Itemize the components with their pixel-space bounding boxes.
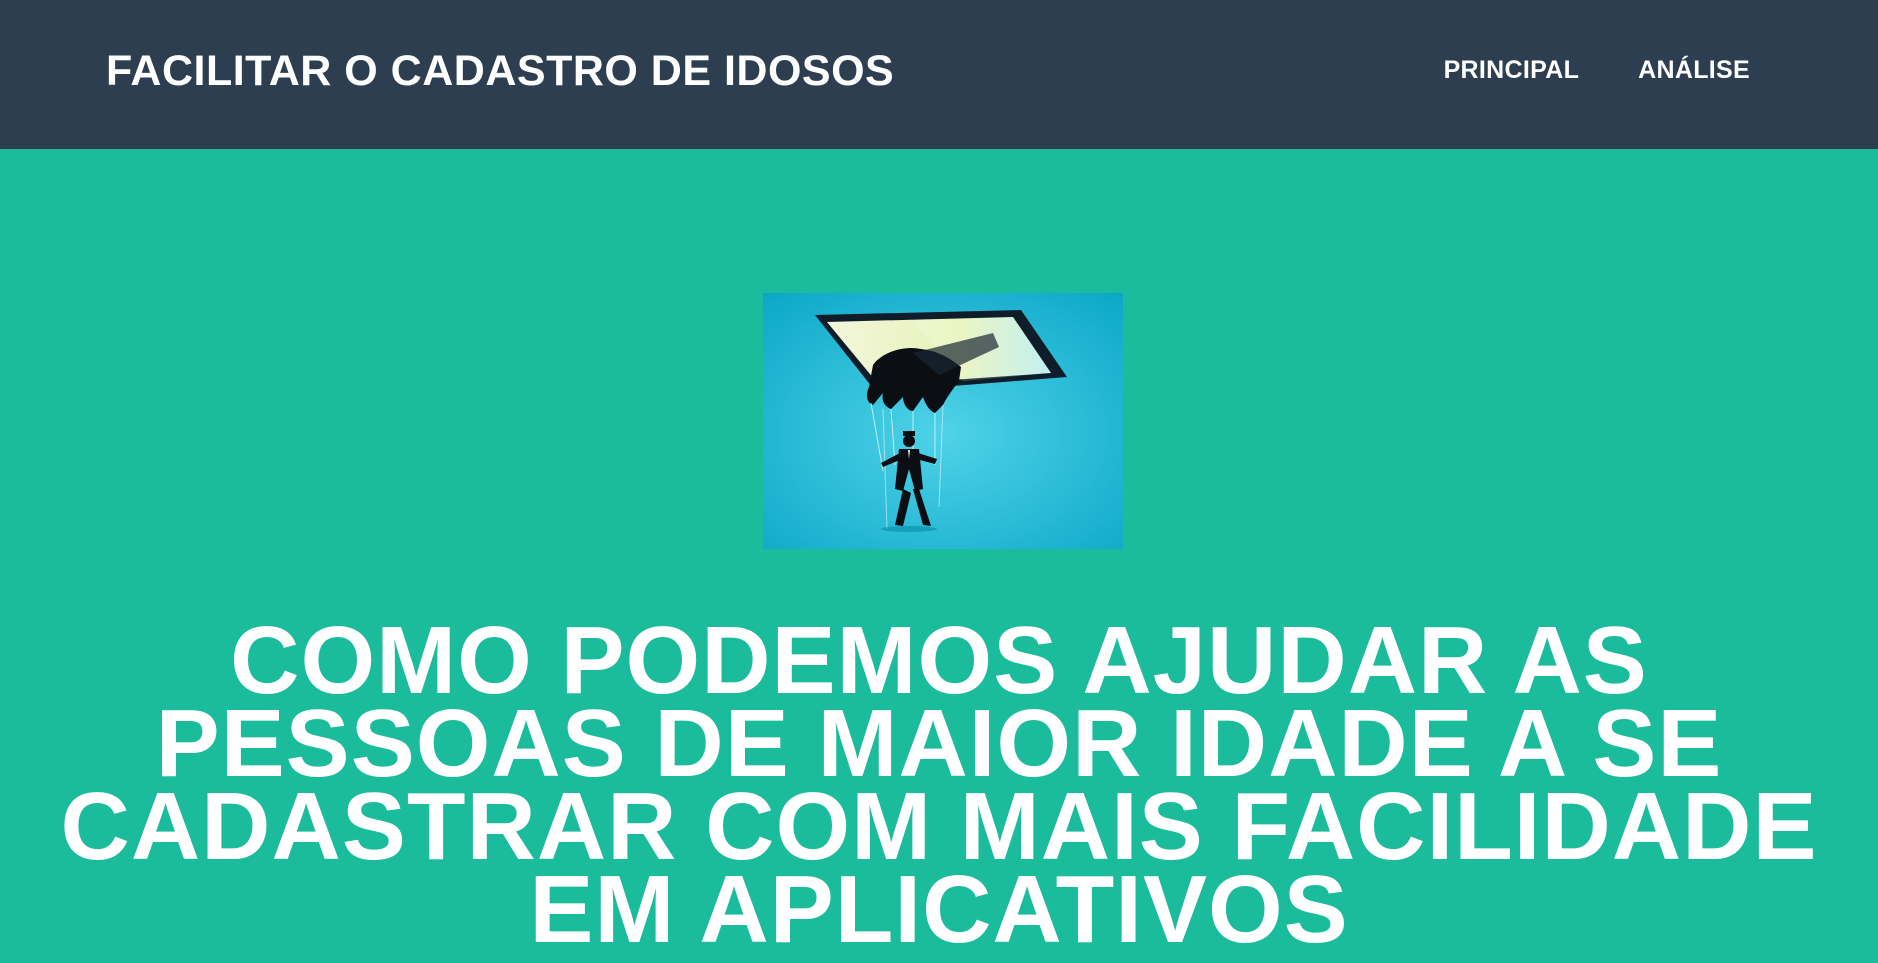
nav-link-principal[interactable]: PRINCIPAL (1444, 54, 1580, 86)
nav-link-analise[interactable]: ANÁLISE (1638, 54, 1750, 86)
hero-title: COMO PODEMOS AJUDAR AS PESSOAS DE MAIOR … (60, 607, 1818, 963)
hero-section: COMO PODEMOS AJUDAR AS PESSOAS DE MAIOR … (0, 149, 1878, 958)
navbar: FACILITAR O CADASTRO DE IDOSOS PRINCIPAL… (0, 0, 1878, 149)
brand-link[interactable]: FACILITAR O CADASTRO DE IDOSOS (106, 45, 894, 97)
nav-links: PRINCIPAL ANÁLISE (1444, 54, 1750, 86)
puppet-hand-phone-illustration (763, 293, 1123, 549)
